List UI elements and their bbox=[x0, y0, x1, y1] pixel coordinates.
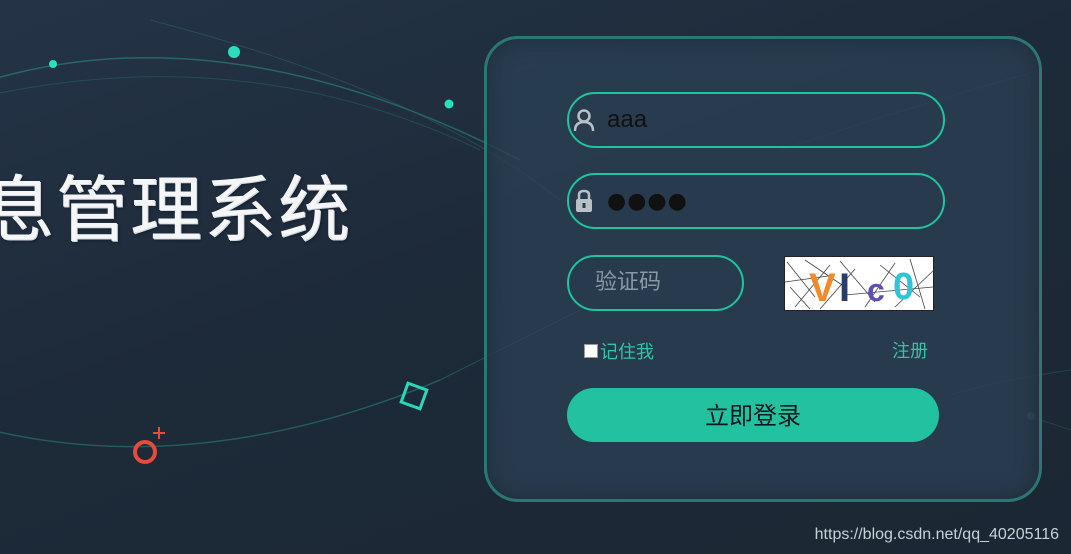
register-link[interactable]: 注册 bbox=[892, 337, 928, 363]
password-field[interactable]: ●●●● bbox=[567, 173, 945, 229]
lock-icon bbox=[576, 189, 592, 212]
captcha-graphic: V I c 0 bbox=[785, 258, 933, 310]
svg-text:0: 0 bbox=[893, 266, 914, 308]
user-icon bbox=[573, 109, 595, 132]
password-value[interactable]: ●●●● bbox=[607, 175, 688, 227]
login-page: 息管理系统 aaa ●●●● 验证码 V I c 0 记住我 注册 立即登录 h… bbox=[0, 0, 1071, 554]
login-button[interactable]: 立即登录 bbox=[567, 388, 939, 442]
captcha-placeholder: 验证码 bbox=[595, 270, 662, 295]
svg-text:I: I bbox=[839, 266, 850, 310]
remember-checkbox[interactable] bbox=[584, 344, 598, 358]
svg-text:V: V bbox=[809, 266, 836, 310]
remember-me[interactable]: 记住我 bbox=[584, 339, 654, 363]
remember-label[interactable]: 记住我 bbox=[600, 338, 654, 364]
captcha-field[interactable]: 验证码 bbox=[567, 255, 744, 311]
svg-text:c: c bbox=[867, 272, 885, 308]
login-card: aaa ●●●● 验证码 V I c 0 记住我 注册 立即登录 bbox=[484, 36, 1042, 502]
system-title: 息管理系统 bbox=[0, 168, 353, 252]
username-field[interactable]: aaa bbox=[567, 92, 945, 148]
watermark: https://blog.csdn.net/qq_40205116 bbox=[814, 526, 1059, 543]
captcha-image[interactable]: V I c 0 bbox=[784, 256, 934, 311]
username-value[interactable]: aaa bbox=[607, 94, 647, 146]
